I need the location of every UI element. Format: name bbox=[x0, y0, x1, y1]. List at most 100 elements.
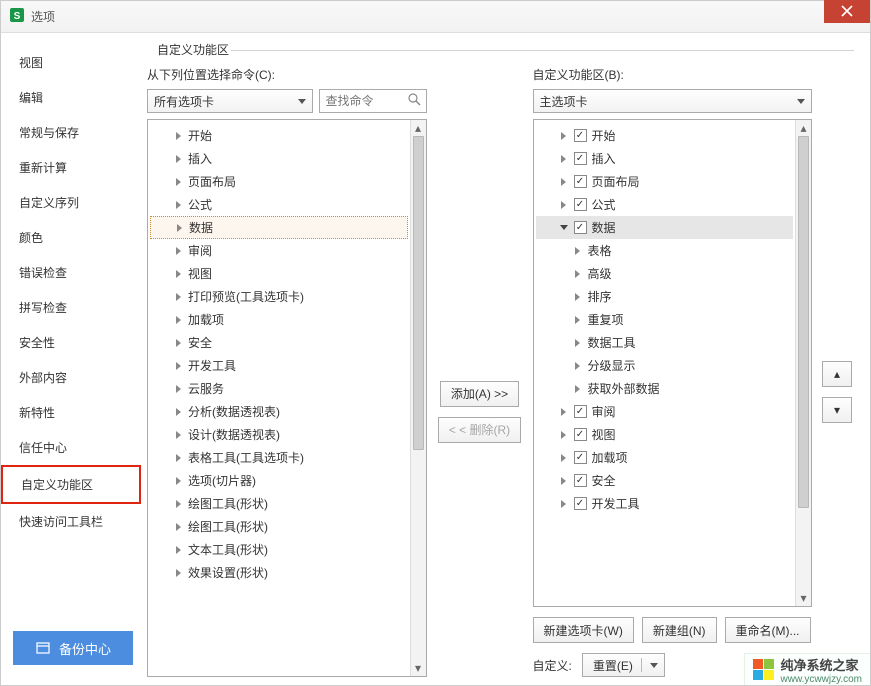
move-up-button[interactable]: ▴ bbox=[822, 361, 852, 387]
tree-item[interactable]: 分级显示 bbox=[536, 354, 794, 377]
tree-item[interactable]: 公式 bbox=[150, 193, 408, 216]
tree-item[interactable]: 表格 bbox=[536, 239, 794, 262]
sidebar-item[interactable]: 外部内容 bbox=[1, 360, 141, 395]
expander-icon[interactable] bbox=[172, 452, 184, 464]
reset-button[interactable]: 重置(E) bbox=[582, 653, 665, 677]
tree-item[interactable]: 视图 bbox=[536, 423, 794, 446]
checkbox[interactable] bbox=[574, 451, 587, 464]
expander-icon[interactable] bbox=[558, 406, 570, 418]
tree-item[interactable]: 数据 bbox=[536, 216, 794, 239]
tree-item[interactable]: 云服务 bbox=[150, 377, 408, 400]
tree-item[interactable]: 开发工具 bbox=[150, 354, 408, 377]
remove-button[interactable]: < < 删除(R) bbox=[438, 417, 521, 443]
tree-item[interactable]: 绘图工具(形状) bbox=[150, 515, 408, 538]
tree-item[interactable]: 文本工具(形状) bbox=[150, 538, 408, 561]
checkbox[interactable] bbox=[574, 152, 587, 165]
tree-item[interactable]: 页面布局 bbox=[536, 170, 794, 193]
expander-icon[interactable] bbox=[572, 383, 584, 395]
tree-item[interactable]: 获取外部数据 bbox=[536, 377, 794, 400]
sidebar-item[interactable]: 安全性 bbox=[1, 325, 141, 360]
tree-item[interactable]: 效果设置(形状) bbox=[150, 561, 408, 584]
sidebar-item[interactable]: 拼写检查 bbox=[1, 290, 141, 325]
sidebar-item[interactable]: 自定义功能区 bbox=[1, 465, 141, 504]
sidebar-item[interactable]: 错误检查 bbox=[1, 255, 141, 290]
expander-icon[interactable] bbox=[172, 475, 184, 487]
scroll-down-button[interactable]: ▾ bbox=[796, 590, 811, 606]
tree-item[interactable]: 打印预览(工具选项卡) bbox=[150, 285, 408, 308]
expander-icon[interactable] bbox=[172, 268, 184, 280]
tree-item[interactable]: 插入 bbox=[150, 147, 408, 170]
tree-item[interactable]: 审阅 bbox=[536, 400, 794, 423]
expander-icon[interactable] bbox=[572, 268, 584, 280]
sidebar-item[interactable]: 自定义序列 bbox=[1, 185, 141, 220]
sidebar-item[interactable]: 视图 bbox=[1, 45, 141, 80]
sidebar-item[interactable]: 重新计算 bbox=[1, 150, 141, 185]
sidebar-item[interactable]: 信任中心 bbox=[1, 430, 141, 465]
expander-icon[interactable] bbox=[558, 176, 570, 188]
tree-item[interactable]: 页面布局 bbox=[150, 170, 408, 193]
ribbon-tabs-select[interactable]: 主选项卡 bbox=[533, 89, 813, 113]
sidebar-item[interactable]: 颜色 bbox=[1, 220, 141, 255]
tree-item[interactable]: 数据工具 bbox=[536, 331, 794, 354]
expander-icon[interactable] bbox=[172, 291, 184, 303]
scrollbar[interactable]: ▴ ▾ bbox=[795, 120, 811, 606]
tree-item[interactable]: 开始 bbox=[536, 124, 794, 147]
scroll-up-button[interactable]: ▴ bbox=[411, 120, 426, 136]
expander-icon[interactable] bbox=[172, 153, 184, 165]
tree-item[interactable]: 视图 bbox=[150, 262, 408, 285]
expander-icon[interactable] bbox=[172, 337, 184, 349]
new-tab-button[interactable]: 新建选项卡(W) bbox=[533, 617, 634, 643]
expander-icon[interactable] bbox=[172, 130, 184, 142]
move-down-button[interactable]: ▾ bbox=[822, 397, 852, 423]
scroll-down-button[interactable]: ▾ bbox=[411, 660, 426, 676]
commands-source-select[interactable]: 所有选项卡 bbox=[147, 89, 313, 113]
expander-icon[interactable] bbox=[172, 383, 184, 395]
expander-icon[interactable] bbox=[172, 176, 184, 188]
expander-icon[interactable] bbox=[572, 314, 584, 326]
sidebar-item[interactable]: 编辑 bbox=[1, 80, 141, 115]
checkbox[interactable] bbox=[574, 129, 587, 142]
add-button[interactable]: 添加(A) >> bbox=[440, 381, 519, 407]
scroll-up-button[interactable]: ▴ bbox=[796, 120, 811, 136]
tree-item[interactable]: 安全 bbox=[150, 331, 408, 354]
expander-icon[interactable] bbox=[558, 475, 570, 487]
tree-item[interactable]: 加载项 bbox=[150, 308, 408, 331]
checkbox[interactable] bbox=[574, 198, 587, 211]
expander-icon[interactable] bbox=[558, 452, 570, 464]
expander-icon[interactable] bbox=[558, 153, 570, 165]
expander-icon[interactable] bbox=[558, 222, 570, 234]
expander-icon[interactable] bbox=[572, 291, 584, 303]
expander-icon[interactable] bbox=[572, 337, 584, 349]
checkbox[interactable] bbox=[574, 221, 587, 234]
tree-item[interactable]: 开发工具 bbox=[536, 492, 794, 515]
search-input[interactable] bbox=[319, 89, 427, 113]
sidebar-item[interactable]: 快速访问工具栏 bbox=[1, 504, 141, 539]
tree-item[interactable]: 选项(切片器) bbox=[150, 469, 408, 492]
expander-icon[interactable] bbox=[172, 498, 184, 510]
tree-item[interactable]: 表格工具(工具选项卡) bbox=[150, 446, 408, 469]
expander-icon[interactable] bbox=[172, 199, 184, 211]
expander-icon[interactable] bbox=[572, 360, 584, 372]
rename-button[interactable]: 重命名(M)... bbox=[725, 617, 811, 643]
expander-icon[interactable] bbox=[172, 360, 184, 372]
tree-item[interactable]: 插入 bbox=[536, 147, 794, 170]
expander-icon[interactable] bbox=[172, 406, 184, 418]
tree-item[interactable]: 加载项 bbox=[536, 446, 794, 469]
checkbox[interactable] bbox=[574, 428, 587, 441]
backup-button[interactable]: 备份中心 bbox=[13, 631, 133, 665]
tree-item[interactable]: 审阅 bbox=[150, 239, 408, 262]
tree-item[interactable]: 重复项 bbox=[536, 308, 794, 331]
tree-item[interactable]: 高级 bbox=[536, 262, 794, 285]
expander-icon[interactable] bbox=[172, 521, 184, 533]
checkbox[interactable] bbox=[574, 405, 587, 418]
checkbox[interactable] bbox=[574, 474, 587, 487]
expander-icon[interactable] bbox=[173, 222, 185, 234]
scrollbar[interactable]: ▴ ▾ bbox=[410, 120, 426, 676]
checkbox[interactable] bbox=[574, 175, 587, 188]
expander-icon[interactable] bbox=[572, 245, 584, 257]
tree-item[interactable]: 安全 bbox=[536, 469, 794, 492]
tree-item[interactable]: 设计(数据透视表) bbox=[150, 423, 408, 446]
tree-item[interactable]: 开始 bbox=[150, 124, 408, 147]
expander-icon[interactable] bbox=[558, 199, 570, 211]
sidebar-item[interactable]: 新特性 bbox=[1, 395, 141, 430]
